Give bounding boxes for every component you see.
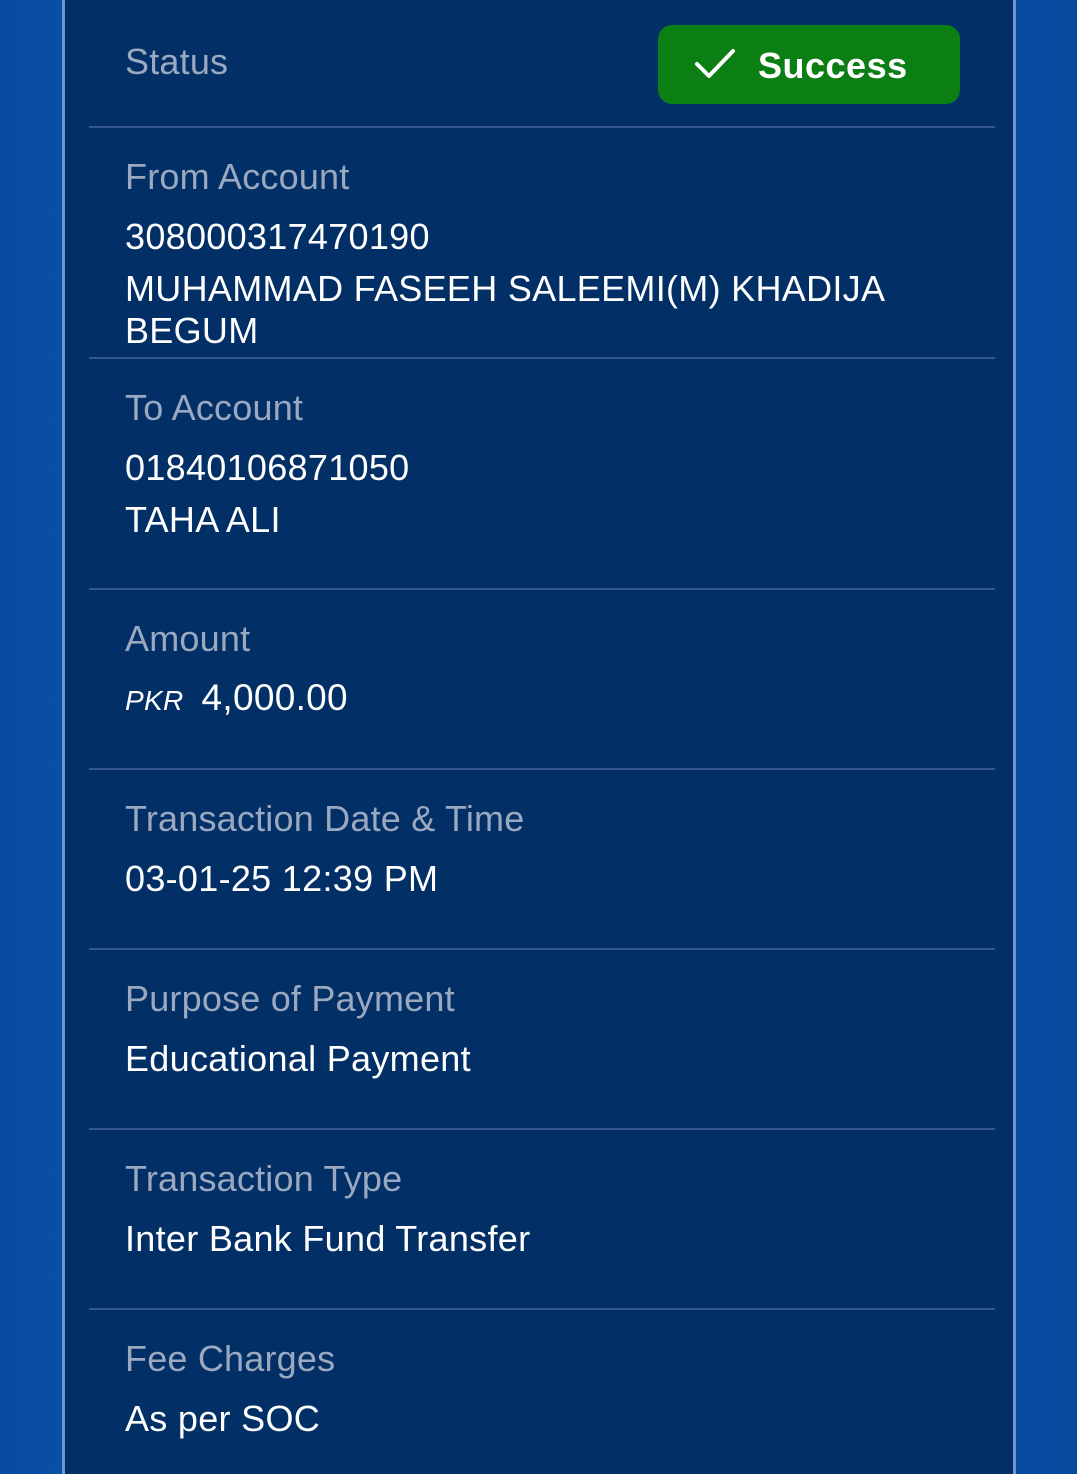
to-account-label: To Account xyxy=(125,387,304,428)
divider xyxy=(89,1128,995,1130)
divider xyxy=(89,768,995,770)
currency-code: PKR xyxy=(125,685,184,716)
divider xyxy=(89,126,995,128)
from-account-number: 308000317470190 xyxy=(125,216,430,257)
amount-label: Amount xyxy=(125,618,251,659)
divider xyxy=(89,588,995,590)
status-label: Status xyxy=(125,41,229,82)
transaction-datetime-value: 03-01-25 12:39 PM xyxy=(125,858,439,899)
purpose-value: Educational Payment xyxy=(125,1038,471,1079)
divider xyxy=(89,948,995,950)
checkmark-icon xyxy=(695,49,735,78)
transaction-type-label: Transaction Type xyxy=(125,1158,403,1199)
divider xyxy=(89,357,995,359)
to-account-name: TAHA ALI xyxy=(125,499,281,540)
purpose-label: Purpose of Payment xyxy=(125,978,455,1019)
transaction-datetime-label: Transaction Date & Time xyxy=(125,798,525,839)
transaction-receipt-card: Status Success From Account 308000317470… xyxy=(62,0,1016,1474)
divider xyxy=(89,1308,995,1310)
fee-charges-value: As per SOC xyxy=(125,1398,321,1439)
to-account-number: 01840106871050 xyxy=(125,447,410,488)
fee-charges-label: Fee Charges xyxy=(125,1338,336,1379)
status-badge: Success xyxy=(658,25,960,104)
amount-value-group: PKR 4,000.00 xyxy=(125,677,348,719)
amount-value: 4,000.00 xyxy=(201,677,348,718)
transaction-type-value: Inter Bank Fund Transfer xyxy=(125,1218,531,1259)
from-account-label: From Account xyxy=(125,156,350,197)
status-badge-text: Success xyxy=(758,45,908,86)
from-account-name: MUHAMMAD FASEEH SALEEMI(M) KHADIJA BEGUM xyxy=(125,268,884,351)
